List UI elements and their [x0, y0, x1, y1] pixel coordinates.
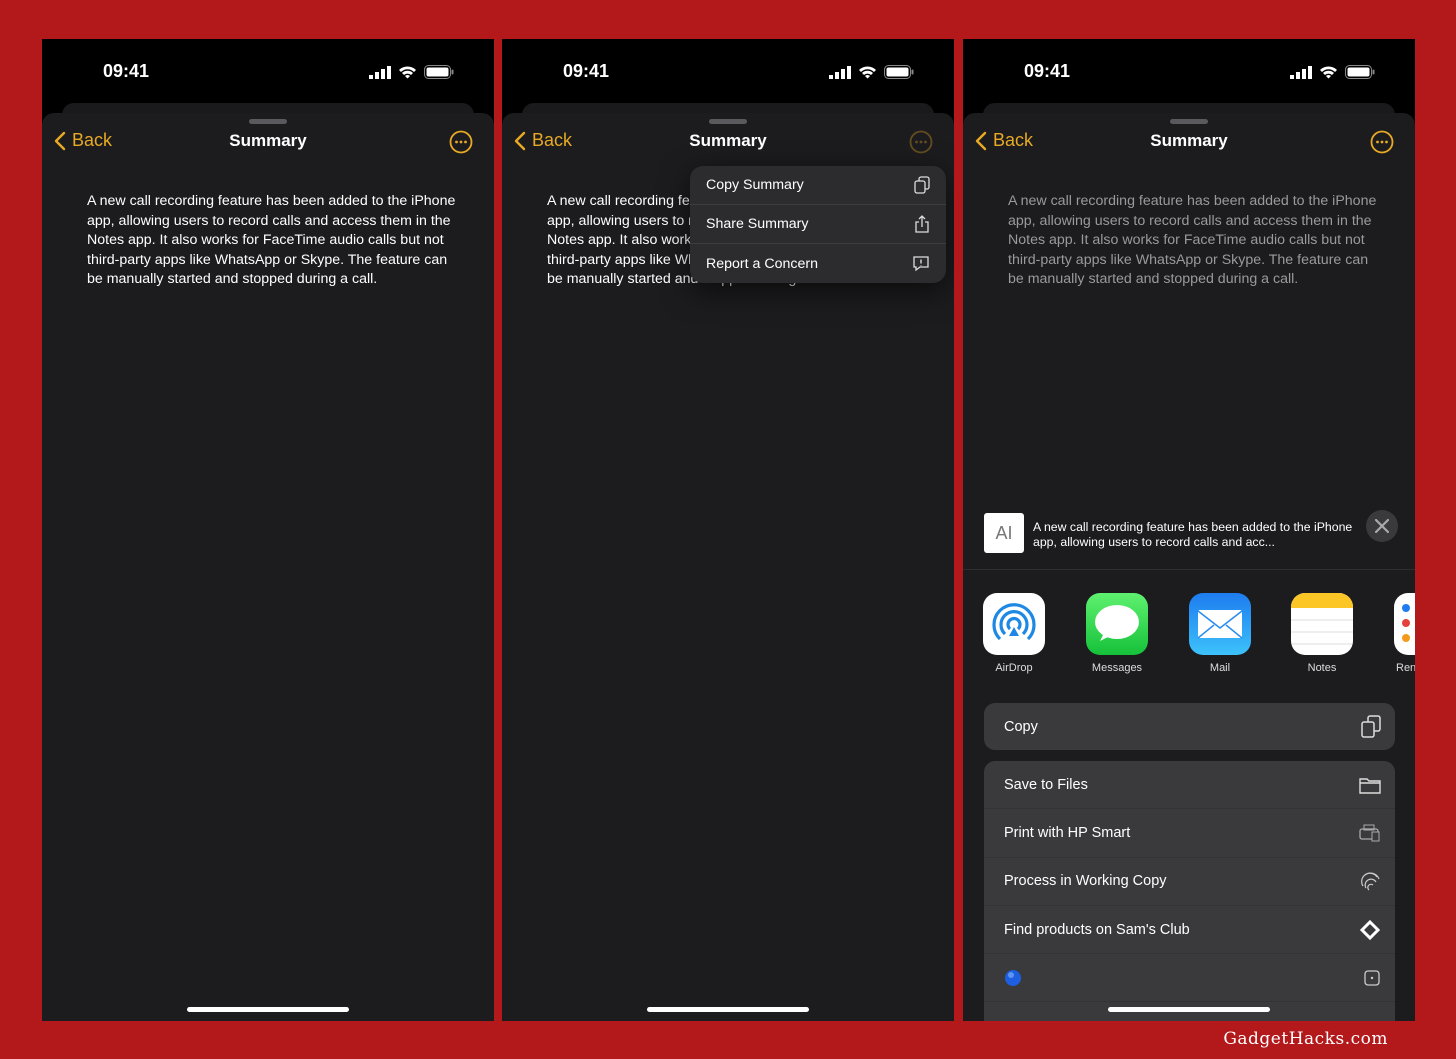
status-icons [1290, 65, 1375, 79]
blue-dot-icon [1005, 969, 1021, 986]
close-button[interactable] [1366, 510, 1398, 542]
status-icons [369, 65, 454, 79]
battery-icon [424, 65, 454, 79]
battery-icon [884, 65, 914, 79]
report-icon [913, 255, 929, 271]
mail-icon [1197, 610, 1243, 639]
share-sheet: AI A new call recording feature has been… [963, 497, 1415, 1021]
summary-text: A new call recording feature has been ad… [87, 193, 456, 288]
battery-icon [1345, 65, 1375, 79]
messages-icon [1095, 605, 1139, 641]
screen-summary: 09:41 Back Summary A new call recording … [42, 39, 494, 1021]
page-title: Summary [1150, 131, 1228, 150]
screen-share-sheet: 09:41 Back Summary A new call recording … [963, 39, 1415, 1021]
status-time: 09:41 [103, 61, 150, 81]
menu-item-copy-summary[interactable]: Copy Summary [690, 166, 946, 205]
home-indicator [187, 1007, 349, 1012]
watermark: GadgetHacks.com [1223, 1029, 1388, 1049]
page-title: Summary [689, 131, 767, 150]
context-menu: Copy Summary Share Summary Report a Conc… [690, 166, 946, 283]
status-icons [829, 65, 914, 79]
more-icon[interactable] [909, 130, 933, 154]
page-title: Summary [229, 131, 307, 150]
copy-icon [914, 176, 930, 194]
notes-icon [1291, 593, 1353, 645]
sheet-grabber[interactable] [1170, 119, 1208, 124]
more-icon[interactable] [1370, 130, 1394, 154]
share-app-airdrop[interactable]: AirDrop [983, 593, 1045, 674]
home-indicator [1108, 1007, 1270, 1012]
airdrop-icon [992, 603, 1036, 641]
share-preview-text: A new call recording feature has been ad… [1033, 520, 1353, 549]
share-icon [915, 215, 929, 233]
sheet-grabber[interactable] [709, 119, 747, 124]
signal-icon [369, 65, 391, 79]
close-icon [1375, 519, 1389, 533]
menu-item-share-summary[interactable]: Share Summary [690, 205, 946, 244]
action-save-to-files[interactable]: Save to Files [984, 761, 1395, 810]
diamond-icon [1359, 919, 1381, 940]
status-time: 09:41 [1024, 61, 1071, 81]
home-indicator [647, 1007, 809, 1012]
share-header: AI A new call recording feature has been… [963, 497, 1415, 570]
copy-icon [1361, 714, 1381, 738]
wifi-icon [859, 66, 876, 79]
share-app-reminders[interactable]: Ren [1394, 593, 1415, 674]
fingerprint-icon [1361, 872, 1380, 891]
wifi-icon [1320, 66, 1337, 79]
square-dot-icon [1364, 970, 1380, 986]
printer-icon [1359, 824, 1380, 842]
summary-sheet: Back Summary A new call recording featur… [42, 113, 494, 1021]
signal-icon [1290, 65, 1312, 79]
status-time: 09:41 [563, 61, 610, 81]
share-app-messages[interactable]: Messages [1086, 593, 1148, 674]
more-icon[interactable] [449, 130, 473, 154]
summary-text: A new call recording feature has been ad… [1008, 193, 1377, 288]
action-process-working-copy[interactable]: Process in Working Copy [984, 858, 1395, 906]
action-sams-club[interactable]: Find products on Sam's Club [984, 906, 1395, 955]
wifi-icon [399, 66, 416, 79]
screen-menu: 09:41 Back Summary A new call recording … [502, 39, 954, 1021]
reminders-icon [1402, 604, 1410, 642]
copy-button[interactable]: Copy [984, 703, 1395, 750]
share-actions-list: Save to Files Print with HP Smart Proces… [984, 761, 1395, 1021]
action-print-hp-smart[interactable]: Print with HP Smart [984, 809, 1395, 858]
action-unnamed[interactable] [984, 954, 1395, 1003]
share-app-mail[interactable]: Mail [1189, 593, 1251, 674]
menu-item-report-concern[interactable]: Report a Concern [690, 244, 946, 283]
sheet-grabber[interactable] [249, 119, 287, 124]
signal-icon [829, 65, 851, 79]
folder-icon [1359, 777, 1381, 794]
text-document-icon: AI [984, 513, 1024, 553]
share-app-notes[interactable]: Notes [1291, 593, 1353, 674]
